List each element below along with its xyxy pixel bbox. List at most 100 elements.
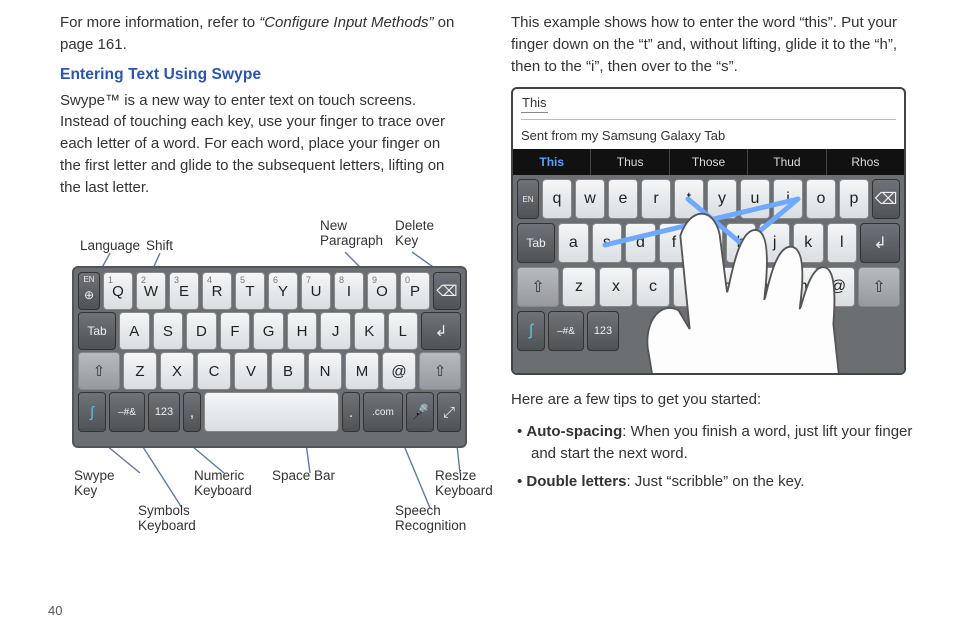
key-resize: ⤢ — [437, 392, 461, 432]
ex-key-p: p — [839, 179, 869, 219]
label-shift: Shift — [146, 238, 173, 253]
key-u: 7U — [301, 272, 331, 310]
key-p: 0P — [400, 272, 430, 310]
ex-key-l: l — [827, 223, 858, 263]
swype-icon: ʃ — [90, 404, 93, 421]
ex-key-j: j — [759, 223, 790, 263]
ex-key-s: s — [592, 223, 623, 263]
page-number: 40 — [48, 603, 62, 618]
key-backspace: ⌫ — [433, 272, 461, 310]
key-h: H — [287, 312, 318, 350]
label-speech: Speech Recognition — [395, 503, 466, 533]
key-z: Z — [123, 352, 157, 390]
cross-ref-line: For more information, refer to “Configur… — [60, 12, 463, 56]
key-symbols: –#& — [109, 392, 145, 432]
ex-key-q: q — [542, 179, 572, 219]
label-space: Space Bar — [272, 468, 335, 483]
pred-1: This — [513, 149, 590, 175]
key-y: 6Y — [268, 272, 298, 310]
ex-key-i: i — [773, 179, 803, 219]
key-j: J — [320, 312, 351, 350]
key-i: 8I — [334, 272, 364, 310]
intro-text: For more information, refer to — [60, 14, 259, 31]
key-c: C — [197, 352, 231, 390]
backspace-icon: ⌫ — [436, 282, 457, 300]
pred-5: Rhos — [826, 149, 904, 175]
ex-key-h: h — [726, 223, 757, 263]
label-swype: Swype Key — [74, 468, 115, 498]
example-signature: Sent from my Samsung Galaxy Tab — [521, 128, 896, 143]
ex-key-v: v — [673, 267, 707, 307]
key-a: A — [119, 312, 150, 350]
key-s: S — [153, 312, 184, 350]
key-f: F — [220, 312, 251, 350]
ex-key-w: w — [575, 179, 605, 219]
globe-icon: ⊕ — [84, 288, 94, 302]
tips-lead: Here are a few tips to get you started: — [511, 389, 914, 411]
ex-key-o: o — [806, 179, 836, 219]
label-resize: Resize Keyboard — [435, 468, 493, 498]
ex-key-backspace: ⌫ — [872, 179, 900, 219]
key-space — [204, 392, 339, 432]
ex-key-m: m — [784, 267, 818, 307]
key-w: 2W — [136, 272, 166, 310]
key-shift-r: ⇧ — [419, 352, 461, 390]
ex-key-swype: ʃ — [517, 311, 545, 351]
ex-key-t: t — [674, 179, 704, 219]
key-e: 3E — [169, 272, 199, 310]
ex-key-z: z — [562, 267, 596, 307]
ex-key-shift: ⇧ — [517, 267, 559, 307]
key-dotcom: .com — [363, 392, 403, 432]
right-para: This example shows how to enter the word… — [511, 12, 914, 77]
key-g: G — [253, 312, 284, 350]
key-shift: ⇧ — [78, 352, 120, 390]
ex-key-u: u — [740, 179, 770, 219]
ex-key-k: k — [793, 223, 824, 263]
ex-key-en: EN — [517, 179, 539, 219]
key-lang-en: EN⊕ — [78, 272, 100, 310]
ex-key-g: g — [692, 223, 723, 263]
mic-icon: 🎤 — [411, 403, 430, 421]
swype-example: This Sent from my Samsung Galaxy Tab Thi… — [511, 87, 906, 375]
key-m: M — [345, 352, 379, 390]
keyboard-diagram: Language Shift New Paragraph Delete Key — [60, 208, 463, 543]
ex-key-b: b — [710, 267, 744, 307]
key-mic: 🎤 — [406, 392, 434, 432]
ex-key-a: a — [558, 223, 589, 263]
key-d: D — [186, 312, 217, 350]
key-t: 5T — [235, 272, 265, 310]
ex-key-r: r — [641, 179, 671, 219]
ex-key-sym: –#& — [548, 311, 584, 351]
label-language: Language — [80, 238, 140, 253]
ex-key-enter: ↲ — [860, 223, 900, 263]
ref-title: “Configure Input Methods” — [259, 14, 433, 31]
enter-icon: ↲ — [435, 322, 448, 340]
label-symbols: Symbols Keyboard — [138, 503, 196, 533]
ex-key-tab: Tab — [517, 223, 555, 263]
key-k: K — [354, 312, 385, 350]
pred-2: Thus — [590, 149, 668, 175]
tip-auto-spacing: • Auto-spacing: When you finish a word, … — [531, 421, 914, 465]
ex-key-e: e — [608, 179, 638, 219]
key-swype: ʃ — [78, 392, 106, 432]
shift-icon: ⇧ — [93, 362, 106, 380]
ex-key-x: x — [599, 267, 633, 307]
ex-key-y: y — [707, 179, 737, 219]
shift-icon: ⇧ — [434, 362, 447, 380]
key-o: 9O — [367, 272, 397, 310]
ex-key-num: 123 — [587, 311, 619, 351]
ex-key-d: d — [625, 223, 656, 263]
key-period: . — [342, 392, 360, 432]
key-numeric: 123 — [148, 392, 180, 432]
prediction-bar: This Thus Those Thud Rhos — [513, 149, 904, 175]
section-para: Swype™ is a new way to enter text on tou… — [60, 90, 463, 199]
ex-key-n: n — [747, 267, 781, 307]
key-at: @ — [382, 352, 416, 390]
key-r: 4R — [202, 272, 232, 310]
key-x: X — [160, 352, 194, 390]
key-comma: , — [183, 392, 201, 432]
label-delete: Delete Key — [395, 218, 434, 248]
key-b: B — [271, 352, 305, 390]
ex-key-c: c — [636, 267, 670, 307]
key-l: L — [388, 312, 419, 350]
